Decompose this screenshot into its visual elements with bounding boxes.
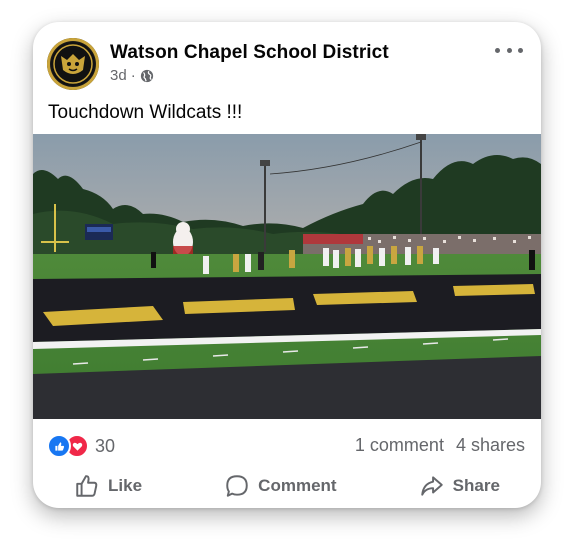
like-label: Like (108, 476, 143, 495)
comment-button[interactable]: Comment (214, 468, 346, 504)
engagement-stats: 1 comment 4 shares (355, 435, 525, 456)
football-game-photo (33, 134, 541, 419)
reaction-summary[interactable]: 30 (47, 434, 115, 458)
meta-separator: · (130, 67, 136, 84)
post-card: Watson Chapel School District 3d · Touch… (33, 22, 541, 508)
like-reaction-icon (47, 434, 71, 458)
share-count[interactable]: 4 shares (456, 435, 525, 456)
page-avatar[interactable] (47, 38, 99, 90)
like-button[interactable]: Like (64, 468, 152, 504)
comment-label: Comment (258, 476, 337, 495)
thumbs-up-icon (76, 475, 98, 497)
reaction-count: 30 (95, 435, 116, 456)
comment-count[interactable]: 1 comment (355, 435, 444, 456)
share-button[interactable]: Share (409, 468, 510, 504)
comment-icon (226, 475, 248, 497)
post-actions: Like Comment Share (33, 468, 541, 504)
more-options-button[interactable] (495, 40, 523, 60)
post-photo[interactable] (33, 134, 541, 419)
more-options-icon (495, 47, 500, 53)
post-time[interactable]: 3d (110, 67, 127, 84)
globe-icon (140, 69, 153, 82)
post-meta: 3d · (110, 67, 154, 84)
post-text: Touchdown Wildcats !!! (48, 102, 243, 123)
share-label: Share (452, 476, 500, 495)
page-name[interactable]: Watson Chapel School District (110, 42, 389, 64)
share-icon (420, 476, 443, 496)
wildcat-logo-icon (51, 42, 95, 86)
